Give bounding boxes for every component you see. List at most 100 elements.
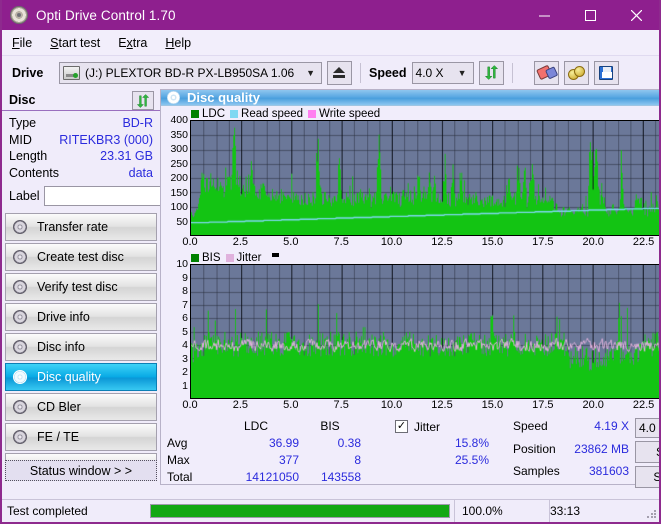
stats-header-bis: BIS xyxy=(320,419,340,433)
samples-label: Samples xyxy=(513,464,560,479)
drive-select[interactable]: (J:) PLEXTOR BD-R PX-LB950SA 1.06 ▼ xyxy=(59,61,322,84)
disc-length-value: 23.31 GB xyxy=(100,149,153,163)
resize-grip-icon[interactable] xyxy=(646,509,656,519)
sidebar-item-disc-info[interactable]: Disc info xyxy=(5,333,157,361)
stats-max-bis: 8 xyxy=(354,453,361,467)
axis-tick-label: 350 xyxy=(170,128,188,141)
refresh-button[interactable] xyxy=(478,60,504,85)
speed-info-column: Speed 4.19 X Position 23862 MB Samples 3… xyxy=(513,418,629,486)
menu-help[interactable]: Help xyxy=(165,36,191,50)
sidebar-item-drive-info[interactable]: Drive info xyxy=(5,303,157,331)
ldc-chart-y-axis: 400 350 300 250 200 150 100 50 xyxy=(164,114,190,236)
axis-tick-label: 10 xyxy=(176,258,188,270)
sidebar-item-label: Verify test disc xyxy=(37,280,118,294)
jitter-avg-value: 15.8% xyxy=(454,436,489,450)
jitter-max-value: 25.5% xyxy=(454,453,489,467)
axis-tick-label: 12.5 xyxy=(431,399,453,411)
sidebar-item-label: Drive info xyxy=(37,310,90,324)
sidebar-item-disc-quality[interactable]: Disc quality xyxy=(5,363,157,391)
disc-mid-label: MID xyxy=(9,132,32,147)
close-button[interactable] xyxy=(613,0,659,30)
sidebar-item-label: Disc quality xyxy=(37,370,101,384)
save-button[interactable] xyxy=(593,60,619,85)
disc-mid-value: RITEKBR3 (000) xyxy=(59,132,153,147)
speed-label: Speed xyxy=(369,65,407,80)
disc-icon xyxy=(13,309,28,325)
status-window-button[interactable]: Status window > > xyxy=(5,460,157,481)
start-part-button[interactable]: Start part xyxy=(635,466,661,488)
status-window-label: Status window > > xyxy=(29,463,133,478)
gold-discs-icon xyxy=(568,65,586,80)
axis-tick-label: 1 xyxy=(182,379,188,392)
sidebar-item-transfer-rate[interactable]: Transfer rate xyxy=(5,213,157,241)
start-part-label: Start part xyxy=(653,470,661,484)
jitter-checkbox[interactable]: ✓ xyxy=(395,420,408,433)
elapsed-time: 33:13 xyxy=(549,499,659,522)
legend-marker-icon xyxy=(272,252,280,257)
jitter-column: ✓ Jitter 15.8% 25.5% xyxy=(395,418,499,486)
stats-avg-ldc: 36.99 xyxy=(268,436,299,450)
disc-row-length: Length 23.31 GB xyxy=(9,148,153,165)
legend-item-read-speed: Read speed xyxy=(230,108,303,120)
title-bar: Opti Drive Control 1.70 xyxy=(2,0,659,30)
disc-refresh-button[interactable] xyxy=(132,91,154,110)
sidebar-item-label: Transfer rate xyxy=(37,220,109,234)
axis-tick-label: 2.5 xyxy=(232,236,249,248)
disc-contents-value: data xyxy=(128,165,153,180)
window-controls xyxy=(521,0,659,30)
stats-total-bis: 143558 xyxy=(320,470,361,484)
speed-select[interactable]: 4.0 X ▼ xyxy=(411,61,474,84)
sidebar-item-create-test-disc[interactable]: Create test disc xyxy=(5,243,157,271)
axis-tick-label: 7.5 xyxy=(333,399,349,411)
sidebar-item-fe-te[interactable]: FE / TE xyxy=(5,423,157,451)
disc-icon xyxy=(13,219,28,235)
gold-discs-button[interactable] xyxy=(563,60,589,85)
disc-type-value: BD-R xyxy=(122,116,153,130)
stats-row-label-avg: Avg xyxy=(167,436,188,450)
speed-select-value: 4.0 X xyxy=(415,65,444,80)
stats-table: LDC BIS Avg 36.99 0.38 Max 377 8 Total 1… xyxy=(167,418,361,486)
legend-swatch-ldc xyxy=(191,109,199,118)
menu-start-test[interactable]: Start test xyxy=(50,36,100,50)
ldc-plot-area[interactable] xyxy=(190,120,659,236)
disc-icon xyxy=(13,249,28,265)
menu-file[interactable]: File xyxy=(12,36,32,50)
disc-contents-label: Contents xyxy=(9,165,60,180)
chevron-down-icon: ▼ xyxy=(457,67,467,78)
stats-avg-bis: 0.38 xyxy=(337,436,361,450)
axis-tick-label: 5 xyxy=(182,325,188,338)
menu-extra[interactable]: Extra xyxy=(118,36,147,50)
minimize-button[interactable] xyxy=(521,0,567,30)
status-message: Test completed xyxy=(7,504,88,518)
ldc-plot-canvas xyxy=(191,121,659,235)
toolbar-divider xyxy=(360,62,361,83)
disc-label-row: Label xyxy=(9,185,253,206)
toolbar-divider-2 xyxy=(511,62,513,83)
axis-tick-label: 2.5 xyxy=(232,399,249,411)
speed-info-value: 4.19 X xyxy=(594,419,629,433)
maximize-button[interactable] xyxy=(567,0,613,30)
test-speed-select[interactable]: 4.0 X ▼ xyxy=(635,418,659,438)
bis-chart-legend: BIS Jitter xyxy=(164,251,659,264)
axis-tick-label: 2 xyxy=(182,366,188,378)
disc-icon xyxy=(13,429,28,445)
disc-panel-title: Disc xyxy=(9,92,36,107)
bis-plot-area[interactable] xyxy=(190,264,659,399)
eject-button[interactable] xyxy=(327,60,352,85)
axis-tick-label: 9 xyxy=(182,271,188,284)
panel-header: Disc quality xyxy=(161,90,659,106)
legend-label-ldc: LDC xyxy=(202,107,226,120)
eraser-button[interactable] xyxy=(533,60,559,85)
start-full-button[interactable]: Start full xyxy=(635,441,659,463)
bis-chart-y-axis: 10 9 8 7 6 5 4 3 2 1 xyxy=(164,258,190,399)
sidebar-item-verify-test-disc[interactable]: Verify test disc xyxy=(5,273,157,301)
axis-tick-label: 22.5 xyxy=(632,399,655,411)
bis-chart: 10987654321 40%32%24%16%8% xyxy=(164,258,659,399)
test-speed-value: 4.0 X xyxy=(639,421,659,435)
axis-tick-label: 4 xyxy=(182,339,188,351)
axis-tick-label: 15.0 xyxy=(481,399,504,411)
jitter-toggle-row: ✓ Jitter xyxy=(395,418,499,435)
axis-tick-label: 250 xyxy=(170,157,188,170)
sidebar-item-cd-bler[interactable]: CD Bler xyxy=(5,393,157,421)
legend-item-write-speed: Write speed xyxy=(308,108,380,120)
